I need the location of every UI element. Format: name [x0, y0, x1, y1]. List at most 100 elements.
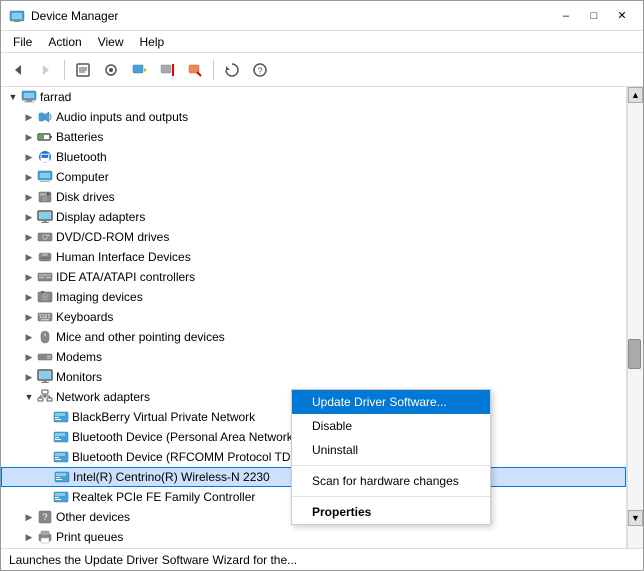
- forward-button[interactable]: [33, 57, 59, 83]
- back-button[interactable]: [5, 57, 31, 83]
- context-menu: Update Driver Software... Disable Uninst…: [291, 389, 491, 525]
- disable-button[interactable]: [154, 57, 180, 83]
- imaging-expand: ▶: [21, 289, 37, 305]
- scan-hardware-button[interactable]: [98, 57, 124, 83]
- netcard-icon5: [53, 489, 69, 505]
- svg-text:?: ?: [42, 512, 47, 522]
- keyboard-icon: [37, 309, 53, 325]
- scroll-up-button[interactable]: ▲: [628, 87, 643, 103]
- root-label: farrad: [40, 90, 71, 104]
- menu-view[interactable]: View: [90, 33, 132, 51]
- update-icon: [131, 62, 147, 78]
- help-icon: ?: [252, 62, 268, 78]
- dvd-icon: [37, 229, 53, 245]
- btrfcomm-label: Bluetooth Device (RFCOMM Protocol TDI): [72, 450, 298, 464]
- title-controls: – □ ✕: [553, 6, 635, 26]
- display-expand: ▶: [21, 209, 37, 225]
- tree-audio[interactable]: ▶ Audio inputs and outputs: [1, 107, 626, 127]
- audio-label: Audio inputs and outputs: [56, 110, 188, 124]
- main-area: ▼ farrad ▶ Audio inputs and ou: [1, 87, 643, 548]
- tree-batteries[interactable]: ▶ Batteries: [1, 127, 626, 147]
- hid-label: Human Interface Devices: [56, 250, 191, 264]
- imaging-icon: [37, 289, 53, 305]
- modems-expand: ▶: [21, 349, 37, 365]
- ide-icon: [37, 269, 53, 285]
- scroll-thumb[interactable]: [628, 339, 641, 369]
- root-expand-arrow: ▼: [5, 89, 21, 105]
- ide-expand: ▶: [21, 269, 37, 285]
- display-label: Display adapters: [56, 210, 145, 224]
- context-sep1: [292, 465, 490, 466]
- mouse-icon: [37, 329, 53, 345]
- tree-diskdrives[interactable]: ▶ Disk drives: [1, 187, 626, 207]
- properties-button[interactable]: [70, 57, 96, 83]
- tree-printqueues[interactable]: ▶ Print queues: [1, 527, 626, 547]
- tree-hid[interactable]: ▶ Human Interface Devices: [1, 247, 626, 267]
- update-driver-button[interactable]: [126, 57, 152, 83]
- mice-expand: ▶: [21, 329, 37, 345]
- keyboards-label: Keyboards: [56, 310, 113, 324]
- tree-monitors[interactable]: ▶ Monitors: [1, 367, 626, 387]
- scan-icon: [103, 62, 119, 78]
- disk-icon: [37, 189, 53, 205]
- monitors-expand: ▶: [21, 369, 37, 385]
- hid-expand: ▶: [21, 249, 37, 265]
- scroll-down-button[interactable]: ▼: [628, 510, 643, 526]
- separator-2: [213, 60, 214, 80]
- tree-bluetooth[interactable]: ▶ ⬓ Bluetooth: [1, 147, 626, 167]
- tree-modems[interactable]: ▶ Modems: [1, 347, 626, 367]
- bluetooth-icon: ⬓: [37, 149, 53, 165]
- intel-label: Intel(R) Centrino(R) Wireless-N 2230: [73, 470, 270, 484]
- close-button[interactable]: ✕: [609, 6, 635, 26]
- scan-changes-button[interactable]: [219, 57, 245, 83]
- monitor-icon: [37, 369, 53, 385]
- tree-ide[interactable]: ▶ IDE ATA/ATAPI controllers: [1, 267, 626, 287]
- print-icon: [37, 529, 53, 545]
- ide-label: IDE ATA/ATAPI controllers: [56, 270, 195, 284]
- context-sep2: [292, 496, 490, 497]
- netadapters-label: Network adapters: [56, 390, 150, 404]
- computer-expand: ▶: [21, 169, 37, 185]
- disable-icon: [159, 62, 175, 78]
- maximize-button[interactable]: □: [581, 6, 607, 26]
- svg-text:⬓: ⬓: [40, 152, 50, 164]
- context-scan[interactable]: Scan for hardware changes: [292, 469, 490, 493]
- context-update-driver[interactable]: Update Driver Software...: [292, 390, 490, 414]
- print-expand: ▶: [21, 529, 37, 545]
- display-icon: [37, 209, 53, 225]
- minimize-button[interactable]: –: [553, 6, 579, 26]
- status-bar: Launches the Update Driver Software Wiza…: [1, 548, 643, 570]
- context-uninstall[interactable]: Uninstall: [292, 438, 490, 462]
- tree-processors[interactable]: ▶ Processors: [1, 547, 626, 548]
- help-button[interactable]: ?: [247, 57, 273, 83]
- device-manager-window: Device Manager – □ ✕ File Action View He…: [0, 0, 644, 571]
- tree-root[interactable]: ▼ farrad: [1, 87, 626, 107]
- tree-mice[interactable]: ▶ Mice and other pointing devices: [1, 327, 626, 347]
- other-label: Other devices: [56, 510, 130, 524]
- context-properties[interactable]: Properties: [292, 500, 490, 524]
- scrollbar[interactable]: ▲ ▼: [627, 87, 643, 548]
- modems-label: Modems: [56, 350, 102, 364]
- tree-display[interactable]: ▶ Display adapters: [1, 207, 626, 227]
- blackberry-label: BlackBerry Virtual Private Network: [72, 410, 255, 424]
- btpersonal-label: Bluetooth Device (Personal Area Network): [72, 430, 297, 444]
- keyboards-expand: ▶: [21, 309, 37, 325]
- hid-icon: [37, 249, 53, 265]
- menu-file[interactable]: File: [5, 33, 40, 51]
- netcard-icon1: [53, 409, 69, 425]
- computer-label: Computer: [56, 170, 109, 184]
- menu-action[interactable]: Action: [40, 33, 89, 51]
- tree-keyboards[interactable]: ▶ Keyboards: [1, 307, 626, 327]
- batteries-label: Batteries: [56, 130, 103, 144]
- uninstall-button[interactable]: [182, 57, 208, 83]
- tree-dvd[interactable]: ▶ DVD/CD-ROM drives: [1, 227, 626, 247]
- audio-expand: ▶: [21, 109, 37, 125]
- context-disable[interactable]: Disable: [292, 414, 490, 438]
- bluetooth-label: Bluetooth: [56, 150, 107, 164]
- tree-computer[interactable]: ▶ Computer: [1, 167, 626, 187]
- menu-help[interactable]: Help: [132, 33, 173, 51]
- tree-imaging[interactable]: ▶ Imaging devices: [1, 287, 626, 307]
- disk-expand: ▶: [21, 189, 37, 205]
- svg-text:?: ?: [257, 66, 262, 76]
- dvd-expand: ▶: [21, 229, 37, 245]
